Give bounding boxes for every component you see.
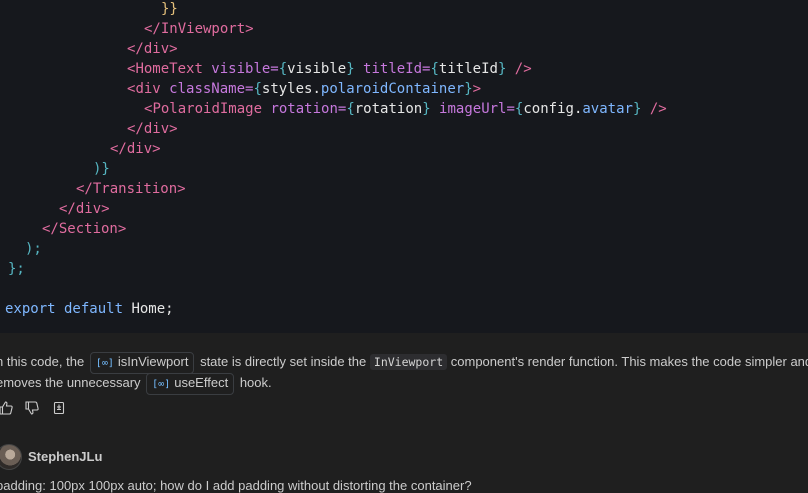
code-line-12: </Section> [5, 219, 126, 239]
code-token: > [152, 141, 161, 157]
code-token: default [55, 301, 132, 317]
code-token: > [101, 201, 110, 217]
thumbs-up-icon[interactable] [0, 400, 16, 418]
code-token: titleId [438, 61, 498, 77]
code-token: polaroidContainer [320, 81, 465, 97]
code-line-11: </div> [5, 199, 110, 219]
code-token: > [169, 121, 178, 137]
inline-code: InViewport [369, 354, 448, 370]
message-text: n this code, the [0, 354, 85, 369]
code-token: div [75, 201, 102, 217]
message-text: emoves the unnecessary [0, 375, 141, 390]
code-token: InViewport [160, 21, 246, 37]
code-line-3: </div> [5, 39, 178, 59]
code-line-5: <div className={styles.polaroidContainer… [5, 79, 481, 99]
code-token: div [143, 41, 170, 57]
message-text: state is directly set inside the [200, 354, 367, 369]
code-token: ); [25, 241, 42, 257]
code-token: HomeText [135, 61, 203, 77]
code-token: </ [76, 181, 93, 197]
code-token: titleId= [354, 61, 431, 77]
code-line-7: </div> [5, 119, 178, 139]
code-token: } [464, 81, 473, 97]
code-token: visible [287, 61, 347, 77]
code-line-4: <HomeText visible={visible} titleId={tit… [5, 59, 532, 79]
code-token: )} [93, 161, 110, 177]
code-token: rotation= [262, 101, 347, 117]
symbol-reference-chip[interactable]: [∞] useEffect [146, 373, 235, 395]
code-line-6: <PolaroidImage rotation={rotation} image… [5, 99, 667, 119]
code-token: div [126, 141, 153, 157]
code-token: </ [127, 121, 144, 137]
code-token: div [135, 81, 161, 97]
code-token: { [430, 61, 439, 77]
message-text: component's render function. This makes … [450, 354, 808, 369]
insert-into-editor-icon[interactable] [51, 400, 69, 418]
code-token: Transition [92, 181, 178, 197]
code-line-2: </InViewport> [5, 19, 254, 39]
code-token: /> [506, 61, 532, 77]
code-token: }} [161, 1, 178, 17]
code-block: }} </InViewport> </div> <HomeText visibl… [0, 0, 808, 333]
code-token: styles [261, 81, 313, 97]
code-token: className= [160, 81, 254, 97]
user-question: padding: 100px 100px auto; how do I add … [0, 478, 472, 493]
code-token: > [177, 181, 186, 197]
code-token: } [422, 101, 431, 117]
code-token: </ [59, 201, 76, 217]
code-line-9: )} [5, 159, 110, 179]
message-line-2: emoves the unnecessary [∞] useEffect hook… [0, 371, 272, 395]
code-token: Section [58, 221, 118, 237]
chip-label: useEffect [174, 375, 229, 390]
code-token: </ [42, 221, 59, 237]
code-token: /> [641, 101, 667, 117]
variable-icon: [∞] [152, 379, 171, 390]
code-token: rotation [354, 101, 423, 117]
code-line-13: ); [5, 239, 42, 259]
code-token: > [117, 221, 127, 237]
code-line-8: </div> [5, 139, 161, 159]
code-line-1: }} [5, 0, 178, 19]
avatar [0, 444, 22, 470]
code-token: visible= [202, 61, 279, 77]
code-token: </ [110, 141, 127, 157]
code-token: export [5, 301, 56, 317]
code-token: Home; [131, 301, 174, 317]
code-token: { [278, 61, 288, 77]
code-token: . [312, 81, 321, 97]
message-text: hook. [239, 375, 272, 390]
code-token: > [245, 21, 254, 37]
code-line-15: export default Home; [5, 299, 174, 319]
code-token: }; [8, 261, 25, 277]
variable-icon: [∞] [95, 358, 114, 369]
user-name: StephenJLu [28, 449, 103, 464]
code-token: </ [127, 41, 144, 57]
code-token: { [253, 81, 262, 97]
code-token: > [169, 41, 178, 57]
code-token: div [143, 121, 170, 137]
code-token: { [346, 101, 355, 117]
code-token: config [523, 101, 574, 117]
code-token: </ [144, 21, 161, 37]
code-line-10: </Transition> [5, 179, 186, 199]
code-token: imageUrl= [430, 101, 515, 117]
thumbs-down-icon[interactable] [24, 400, 42, 418]
code-token: } [346, 61, 355, 77]
code-token: > [472, 81, 482, 97]
code-line-14: }; [5, 259, 25, 279]
code-token: avatar [582, 101, 633, 117]
chip-label: isInViewport [117, 354, 189, 369]
code-token: PolaroidImage [152, 101, 263, 117]
